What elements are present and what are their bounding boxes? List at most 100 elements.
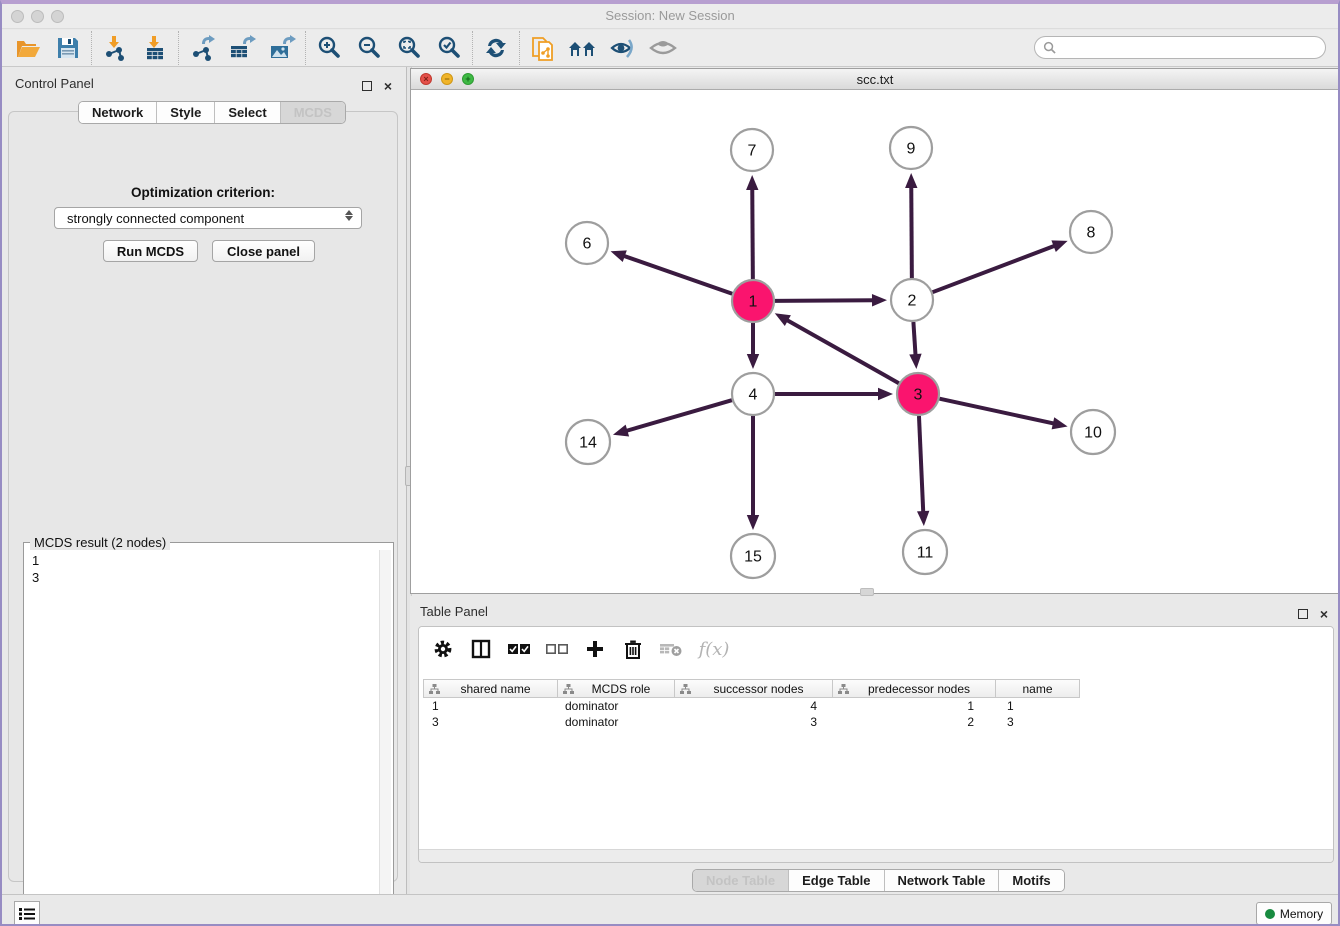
table-row[interactable]: 3 dominator 3 2 3 (423, 714, 1080, 730)
open-session-icon[interactable] (8, 32, 48, 64)
graph-edge[interactable] (911, 185, 912, 278)
horizontal-splitter-grip[interactable] (860, 588, 874, 596)
mcds-result-text[interactable]: 1 3 (26, 550, 379, 914)
graph-node-label: 2 (908, 293, 917, 310)
graph-edge-arrowhead (878, 388, 893, 400)
zoom-out-icon[interactable] (349, 32, 389, 64)
network-overview-icon[interactable] (523, 32, 563, 64)
apply-layout-icon[interactable] (476, 32, 516, 64)
mcds-result-group: MCDS result (2 nodes) 1 3 (23, 542, 394, 917)
float-panel-icon[interactable] (362, 78, 372, 96)
split-columns-icon[interactable] (469, 637, 493, 661)
memory-label: Memory (1280, 907, 1323, 921)
cell-name[interactable]: 1 (996, 698, 1080, 714)
graph-node-label: 9 (907, 141, 916, 158)
criterion-value: strongly connected component (67, 211, 244, 226)
cell-shared-name[interactable]: 3 (423, 714, 558, 730)
cell-mcds-role[interactable]: dominator (558, 698, 675, 714)
graph-edge[interactable] (622, 255, 732, 294)
toolbar-separator (519, 31, 520, 65)
search-input[interactable] (1060, 41, 1325, 55)
delete-table-icon (659, 637, 683, 661)
tab-select[interactable]: Select (215, 102, 280, 123)
result-scrollbar[interactable] (379, 550, 391, 914)
session-title: Session: New Session (2, 8, 1338, 23)
gear-icon[interactable] (431, 637, 455, 661)
search-field[interactable] (1034, 36, 1326, 59)
graph-node-label: 11 (917, 545, 934, 562)
table-panel-tabs: Node Table Edge Table Network Table Moti… (692, 869, 1065, 892)
import-network-icon[interactable] (95, 32, 135, 64)
cell-successor-nodes[interactable]: 3 (675, 714, 833, 730)
tab-mcds[interactable]: MCDS (281, 102, 345, 123)
deselect-all-columns-icon[interactable] (545, 637, 569, 661)
network-graph-canvas[interactable]: 1234678910111415 (412, 91, 1338, 593)
network-window-titlebar[interactable]: × − + scc.txt (411, 69, 1339, 90)
tab-network[interactable]: Network (79, 102, 157, 123)
graph-edge[interactable] (919, 416, 923, 514)
delete-column-icon[interactable] (621, 637, 645, 661)
close-panel-button[interactable]: Close panel (212, 240, 315, 262)
table-header-row: shared name MCDS role successor nodes pr… (423, 679, 1080, 698)
add-column-icon[interactable] (583, 637, 607, 661)
float-table-panel-icon[interactable] (1298, 606, 1308, 624)
toolbar-separator (178, 31, 179, 65)
graph-edge[interactable] (913, 322, 915, 357)
graph-edge-arrowhead (909, 354, 921, 369)
cell-predecessor-nodes[interactable]: 1 (833, 698, 996, 714)
tab-style[interactable]: Style (157, 102, 215, 123)
node-table: shared name MCDS role successor nodes pr… (423, 679, 1080, 730)
cell-name[interactable]: 3 (996, 714, 1080, 730)
graph-edge[interactable] (785, 319, 899, 383)
graph-edge-arrowhead (746, 175, 758, 190)
cell-predecessor-nodes[interactable]: 2 (833, 714, 996, 730)
graph-edge[interactable] (752, 187, 753, 279)
save-session-icon[interactable] (48, 32, 88, 64)
result-line: 3 (32, 569, 373, 586)
export-network-icon[interactable] (182, 32, 222, 64)
title-bar: Session: New Session (2, 4, 1338, 29)
first-neighbors-icon[interactable] (563, 32, 603, 64)
table-row[interactable]: 1 dominator 4 1 1 (423, 698, 1080, 714)
zoom-selected-icon[interactable] (429, 32, 469, 64)
column-header-successor-nodes[interactable]: successor nodes (675, 679, 833, 698)
column-type-icon (680, 684, 691, 698)
tab-network-table[interactable]: Network Table (885, 870, 1000, 891)
cell-mcds-role[interactable]: dominator (558, 714, 675, 730)
zoom-fit-icon[interactable] (389, 32, 429, 64)
column-header-shared-name[interactable]: shared name (423, 679, 558, 698)
tab-motifs[interactable]: Motifs (999, 870, 1063, 891)
graph-edge[interactable] (933, 245, 1057, 292)
close-panel-icon[interactable]: × (384, 78, 392, 96)
tab-node-table[interactable]: Node Table (693, 870, 789, 891)
zoom-in-icon[interactable] (309, 32, 349, 64)
column-type-icon (563, 684, 574, 698)
cell-successor-nodes[interactable]: 4 (675, 698, 833, 714)
task-history-button[interactable] (14, 901, 40, 926)
table-toolbar: f(x) (419, 627, 1333, 671)
graph-edge[interactable] (624, 400, 731, 431)
export-table-icon[interactable] (222, 32, 262, 64)
select-all-columns-icon[interactable] (507, 637, 531, 661)
graph-edge[interactable] (775, 300, 875, 301)
show-all-icon[interactable] (643, 32, 683, 64)
column-header-name[interactable]: name (996, 679, 1080, 698)
memory-button[interactable]: Memory (1256, 902, 1332, 925)
memory-status-icon (1265, 909, 1275, 919)
cell-shared-name[interactable]: 1 (423, 698, 558, 714)
criterion-dropdown[interactable]: strongly connected component (54, 207, 362, 229)
graph-edge[interactable] (939, 399, 1055, 424)
column-header-mcds-role[interactable]: MCDS role (558, 679, 675, 698)
run-mcds-button[interactable]: Run MCDS (103, 240, 198, 262)
column-type-icon (429, 684, 440, 698)
graph-edge-arrowhead (1052, 417, 1068, 429)
column-header-predecessor-nodes[interactable]: predecessor nodes (833, 679, 996, 698)
graph-edge-arrowhead (917, 511, 929, 526)
hide-selected-icon[interactable] (603, 32, 643, 64)
import-table-icon[interactable] (135, 32, 175, 64)
dropdown-stepper-icon (345, 210, 353, 221)
export-image-icon[interactable] (262, 32, 302, 64)
graph-edge-arrowhead (905, 173, 917, 188)
tab-edge-table[interactable]: Edge Table (789, 870, 884, 891)
close-table-panel-icon[interactable]: × (1320, 606, 1328, 624)
